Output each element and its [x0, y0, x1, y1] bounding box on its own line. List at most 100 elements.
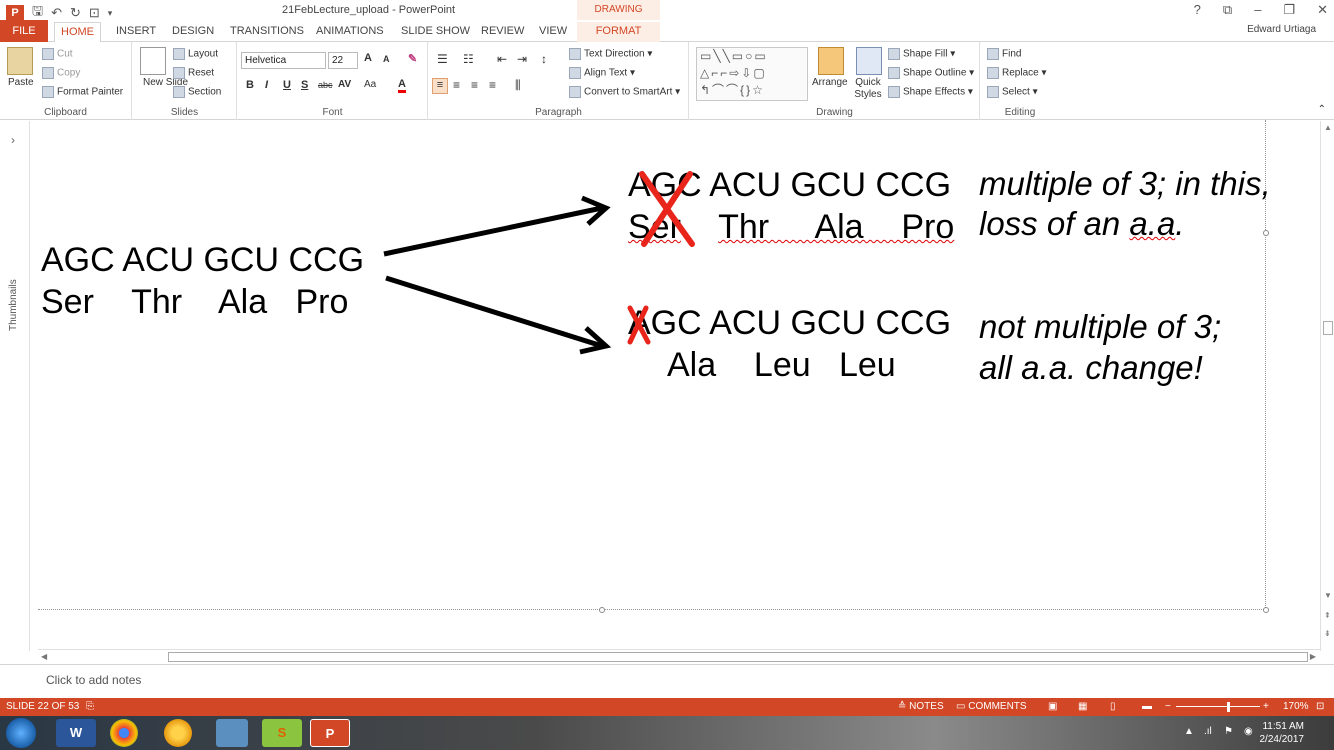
section-button[interactable]: Section	[173, 86, 221, 98]
calculator-taskbar-icon[interactable]	[216, 719, 248, 747]
shape-effects-button[interactable]: Shape Effects ▾	[888, 86, 973, 98]
columns-icon[interactable]: ⫼	[515, 78, 521, 93]
resize-handle-right[interactable]	[1263, 230, 1269, 236]
zoom-slider-track[interactable]	[1176, 706, 1260, 707]
fit-to-window-icon[interactable]: ⊡	[1316, 701, 1324, 712]
layout-button[interactable]: Layout	[173, 48, 218, 60]
help-button[interactable]: ?	[1194, 2, 1201, 18]
align-text-button[interactable]: Align Text ▾	[569, 67, 635, 79]
tab-design[interactable]: DESIGN	[166, 22, 220, 42]
decrease-indent-icon[interactable]: ⇤	[497, 52, 507, 66]
arrow-to-bottom[interactable]	[385, 275, 603, 349]
increase-indent-icon[interactable]: ⇥	[517, 52, 527, 66]
cut-button[interactable]: Cut	[42, 48, 73, 60]
horizontal-scroll-thumb[interactable]	[168, 652, 1308, 662]
grow-font-button[interactable]: A	[364, 52, 372, 64]
arrow-to-top[interactable]	[383, 205, 603, 257]
undo-icon[interactable]: ↶	[51, 5, 62, 21]
slide-sorter-icon[interactable]: ▦	[1078, 701, 1087, 712]
scroll-left-icon[interactable]: ◀	[41, 652, 47, 661]
tab-review[interactable]: REVIEW	[475, 22, 530, 42]
text-direction-button[interactable]: Text Direction ▾	[569, 48, 652, 60]
powerpoint-logo-icon[interactable]: P	[6, 4, 24, 22]
font-color-button[interactable]: A	[398, 78, 406, 93]
underline-button[interactable]: U	[283, 79, 291, 91]
chrome-taskbar-icon[interactable]	[110, 719, 138, 747]
quick-styles-button[interactable]: Quick Styles	[852, 77, 884, 101]
previous-slide-icon[interactable]: ⇞	[1324, 611, 1331, 620]
line-spacing-icon[interactable]: ↕	[541, 52, 547, 66]
clear-formatting-icon[interactable]: ✎	[408, 52, 417, 65]
scroll-right-icon[interactable]: ▶	[1310, 652, 1316, 661]
slide-show-icon[interactable]: ▬	[1142, 701, 1152, 712]
bullets-icon[interactable]: ☰	[437, 52, 448, 66]
notes-placeholder[interactable]: Click to add notes	[46, 673, 141, 687]
ribbon-display-options-icon[interactable]: ⧉	[1223, 2, 1232, 18]
zoom-in-button[interactable]: +	[1263, 701, 1269, 712]
tab-insert[interactable]: INSERT	[110, 22, 162, 42]
top-note-line-2[interactable]: loss of an a.a.	[979, 205, 1184, 243]
align-left-icon[interactable]: ≡	[432, 78, 448, 94]
reading-view-icon[interactable]: ▯	[1110, 701, 1116, 712]
next-slide-icon[interactable]: ⇟	[1324, 629, 1331, 638]
bold-button[interactable]: B	[246, 79, 254, 91]
vertical-scrollbar[interactable]: ▲ ▼ ⇞ ⇟	[1320, 121, 1334, 651]
bottom-note-line-1[interactable]: not multiple of 3;	[979, 308, 1221, 346]
top-note-line-1[interactable]: multiple of 3; in this,	[979, 165, 1271, 203]
vertical-scroll-thumb[interactable]	[1323, 321, 1333, 335]
close-button[interactable]: ✕	[1317, 2, 1328, 18]
paste-icon[interactable]	[7, 47, 33, 75]
collapse-ribbon-icon[interactable]: ⌃	[1318, 104, 1326, 115]
shadow-button[interactable]: S	[301, 79, 308, 91]
italic-button[interactable]: I	[265, 79, 268, 91]
replace-button[interactable]: Replace ▾	[987, 67, 1047, 79]
horizontal-scrollbar[interactable]: ◀ ▶	[38, 649, 1320, 663]
start-button-icon[interactable]	[6, 718, 36, 748]
minimize-button[interactable]: –	[1254, 2, 1261, 18]
tab-format[interactable]: FORMAT	[577, 22, 660, 42]
bottom-note-line-2[interactable]: all a.a. change!	[979, 349, 1203, 387]
format-painter-button[interactable]: Format Painter	[42, 86, 123, 98]
spell-check-icon[interactable]: ⎘	[86, 701, 94, 712]
scroll-up-icon[interactable]: ▲	[1324, 123, 1332, 132]
zoom-level[interactable]: 170%	[1283, 701, 1309, 712]
start-from-beginning-icon[interactable]: ⊡	[89, 5, 100, 21]
normal-view-icon[interactable]: ▣	[1048, 701, 1057, 712]
select-button[interactable]: Select ▾	[987, 86, 1038, 98]
resize-handle-bottom-right[interactable]	[1263, 607, 1269, 613]
volume-icon[interactable]: ◉	[1244, 726, 1253, 737]
scroll-down-icon[interactable]: ▼	[1324, 591, 1332, 600]
original-amino-acids[interactable]: Ser Thr Ala Pro	[41, 283, 348, 322]
copy-button[interactable]: Copy	[42, 67, 80, 79]
quick-styles-icon[interactable]	[856, 47, 882, 75]
reset-button[interactable]: Reset	[173, 67, 214, 79]
customize-qat-icon[interactable]: ▾	[108, 8, 113, 19]
character-spacing-button[interactable]: AV	[338, 79, 351, 90]
resize-handle-bottom[interactable]	[599, 607, 605, 613]
thumbnails-pane[interactable]: › Thumbnails	[0, 121, 30, 651]
word-taskbar-icon[interactable]: W	[56, 719, 96, 747]
zoom-slider-thumb[interactable]	[1227, 702, 1230, 712]
arrange-icon[interactable]	[818, 47, 844, 75]
action-center-icon[interactable]: ⚑	[1224, 726, 1233, 737]
justify-icon[interactable]: ≡	[489, 78, 496, 92]
new-slide-icon[interactable]	[140, 47, 166, 75]
expand-thumbnails-icon[interactable]: ›	[11, 133, 15, 147]
notes-toggle[interactable]: ≙ NOTES	[898, 701, 944, 712]
shape-outline-button[interactable]: Shape Outline ▾	[888, 67, 974, 79]
change-case-button[interactable]: Aa	[364, 79, 376, 90]
find-button[interactable]: Find	[987, 48, 1021, 60]
redo-icon[interactable]: ↻	[70, 5, 81, 21]
font-name-dropdown[interactable]: Helvetica	[241, 52, 326, 69]
convert-smartart-button[interactable]: Convert to SmartArt ▾	[569, 86, 680, 98]
font-size-dropdown[interactable]: 22	[328, 52, 358, 69]
shrink-font-button[interactable]: A	[383, 54, 390, 64]
bottom-mutation-codons[interactable]: AGC ACU GCU CCG	[628, 304, 951, 343]
zoom-out-button[interactable]: −	[1165, 701, 1171, 712]
tab-view[interactable]: VIEW	[533, 22, 573, 42]
comments-toggle[interactable]: ▭ COMMENTS	[956, 701, 1027, 712]
numbering-icon[interactable]: ☷	[463, 52, 474, 66]
network-icon[interactable]: .ıl	[1204, 726, 1212, 737]
shape-fill-button[interactable]: Shape Fill ▾	[888, 48, 955, 60]
tab-slide-show[interactable]: SLIDE SHOW	[395, 22, 476, 42]
